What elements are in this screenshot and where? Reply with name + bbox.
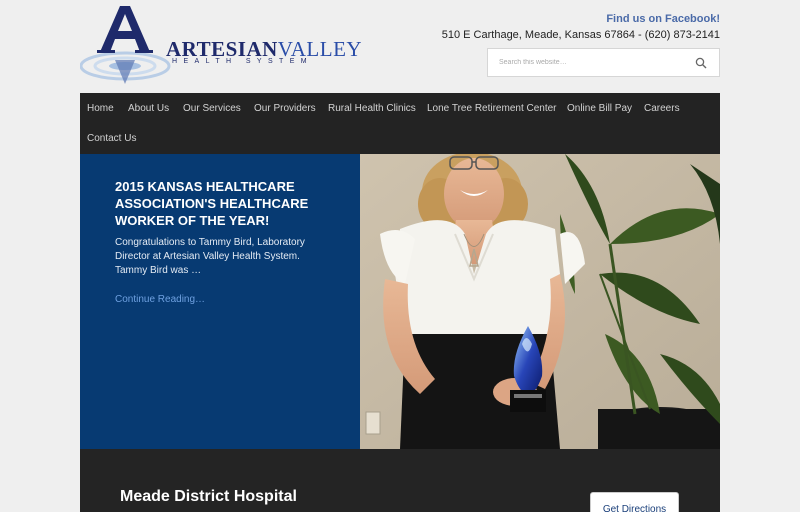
award-photo-image [360,154,720,449]
hospital-band: Meade District Hospital Get Directions [80,449,720,512]
nav-item-home[interactable]: Home [87,103,114,114]
hospital-title: Meade District Hospital [120,488,297,505]
search-input[interactable] [488,49,688,76]
nav-item-about-us[interactable]: About Us [128,103,169,114]
hero-photo[interactable] [360,154,720,449]
hero-section: 2015 KANSAS HEALTHCARE ASSOCIATION'S HEA… [80,154,720,449]
continue-reading-link[interactable]: Continue Reading… [115,294,205,305]
logo-letter-a-icon [80,6,171,84]
contact-address: 510 E Carthage, Meade, Kansas 67864 - (6… [441,29,720,41]
search-icon[interactable] [695,57,707,69]
nav-item-rural-health-clinics[interactable]: Rural Health Clinics [328,103,416,114]
facebook-link[interactable]: Find us on Facebook! [606,13,720,25]
nav-item-online-bill-pay[interactable]: Online Bill Pay [567,103,632,114]
nav-item-contact-us[interactable]: Contact Us [87,133,136,144]
nav-item-careers[interactable]: Careers [644,103,680,114]
main-nav: Home About Us Our Services Our Providers… [80,93,720,154]
nav-item-lone-tree[interactable]: Lone Tree Retirement Center [427,103,557,114]
search-box [487,48,720,77]
hero-title[interactable]: 2015 KANSAS HEALTHCARE ASSOCIATION'S HEA… [115,178,335,229]
hero-text-panel: 2015 KANSAS HEALTHCARE ASSOCIATION'S HEA… [80,154,360,449]
site-header: ARTESIANVALLEY HEALTH SYSTEM Find us on … [80,0,720,93]
nav-item-our-services[interactable]: Our Services [183,103,241,114]
site-logo[interactable]: ARTESIANVALLEY HEALTH SYSTEM [80,4,362,84]
hero-excerpt: Congratulations to Tammy Bird, Laborator… [115,237,305,276]
get-directions-button[interactable]: Get Directions [590,492,679,512]
logo-subtitle: HEALTH SYSTEM [172,58,314,65]
nav-item-our-providers[interactable]: Our Providers [254,103,316,114]
